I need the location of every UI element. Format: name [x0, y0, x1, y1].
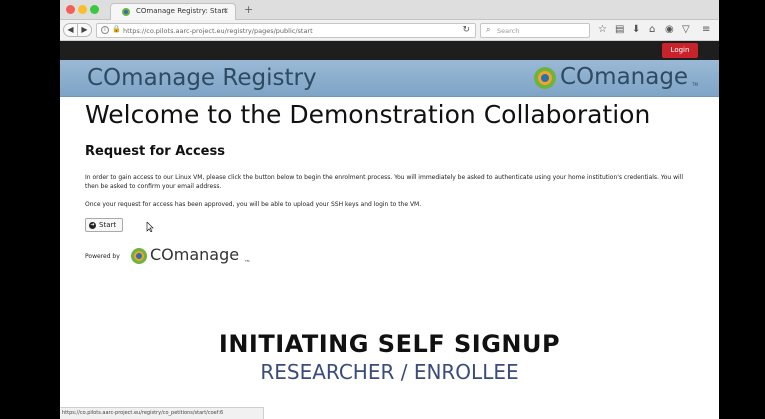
tab-close-icon[interactable]: × [222, 6, 229, 15]
login-button[interactable]: Login [662, 43, 698, 58]
start-button[interactable]: ➜ Start [85, 218, 123, 232]
search-icon: ⌕ [486, 25, 491, 34]
back-arrow-icon: ◀ [67, 25, 74, 34]
download-icon[interactable]: ⬇ [632, 24, 640, 36]
powered-by-logo[interactable]: COmanage TM [128, 245, 268, 267]
start-arrow-icon: ➜ [89, 222, 96, 229]
window-minimize-button[interactable] [78, 5, 87, 14]
trademark-mark: TM [692, 82, 698, 87]
bookmark-star-icon[interactable]: ☆ [598, 24, 607, 36]
url-text[interactable]: https://co.pilots.aarc-project.eu/regist… [123, 27, 313, 35]
approval-note: Once your request for access has been ap… [85, 201, 422, 208]
tab-title: COmanage Registry: Start [136, 7, 228, 15]
top-bar: Login [60, 41, 719, 60]
comanage-logo-icon [534, 67, 556, 89]
menu-icon[interactable]: ≡ [702, 24, 710, 36]
tab-strip: COmanage Registry: Start × + [60, 0, 719, 20]
comanage-favicon-icon [122, 8, 130, 16]
status-bar: https://co.pilots.aarc-project.eu/regist… [60, 407, 264, 419]
page-title: Welcome to the Demonstration Collaborati… [85, 100, 651, 129]
address-bar[interactable]: i 🔒 https://co.pilots.aarc-project.eu/re… [96, 23, 476, 38]
comanage-logo: COmanage TM [530, 63, 700, 93]
banner-title[interactable]: COmanage Registry [87, 65, 317, 91]
sync-icon[interactable]: ◉ [665, 24, 674, 36]
reload-icon[interactable]: ↻ [462, 25, 470, 35]
registry-banner: COmanage Registry COmanage TM [60, 60, 719, 97]
comanage-logo-text: COmanage [560, 64, 689, 90]
search-input[interactable]: ⌕ Search [480, 23, 590, 38]
home-icon[interactable]: ⌂ [649, 24, 655, 36]
new-tab-button[interactable]: + [244, 3, 253, 16]
status-url: https://co.pilots.aarc-project.eu/regist… [62, 410, 224, 416]
pocket-icon[interactable]: ▽ [682, 24, 690, 36]
window-close-button[interactable] [66, 5, 75, 14]
caption-title: INITIATING SELF SIGNUP [218, 330, 561, 358]
navigation-bar: ◀ ▶ i 🔒 https://co.pilots.aarc-project.e… [60, 20, 719, 41]
mouse-cursor-icon [146, 222, 154, 232]
powered-by-trademark: TM [245, 259, 250, 263]
search-placeholder: Search [497, 27, 520, 35]
browser-window: COmanage Registry: Start × + ◀ ▶ i 🔒 htt… [60, 0, 719, 419]
section-heading: Request for Access [85, 144, 225, 159]
reading-list-icon[interactable]: ▤ [615, 24, 624, 36]
browser-tab[interactable]: COmanage Registry: Start × [110, 3, 236, 20]
window-maximize-button[interactable] [90, 5, 99, 14]
comanage-small-logo-icon [131, 248, 147, 264]
start-button-label: Start [99, 221, 117, 229]
site-info-icon[interactable]: i [101, 26, 109, 34]
caption-subtitle: RESEARCHER / ENROLLEE [260, 360, 519, 384]
powered-by-label: Powered by [85, 253, 120, 260]
back-button[interactable]: ◀ [63, 23, 78, 37]
forward-arrow-icon: ▶ [81, 25, 88, 34]
powered-by-logo-text: COmanage [150, 245, 240, 264]
forward-button[interactable]: ▶ [77, 23, 92, 37]
enrolment-instructions: In order to gain access to our Linux VM,… [85, 174, 684, 190]
lock-icon: 🔒 [112, 25, 121, 33]
